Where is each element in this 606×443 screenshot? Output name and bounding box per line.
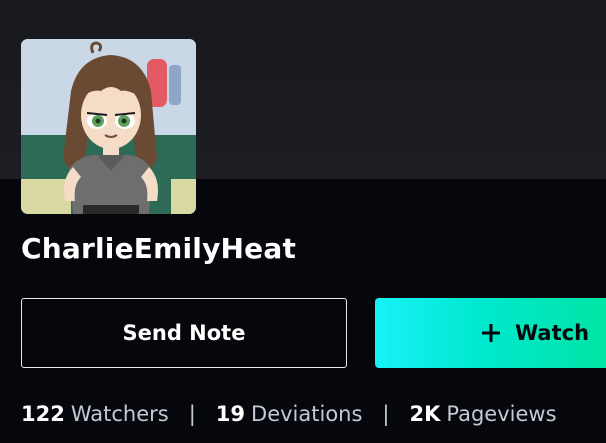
watchers-label[interactable]: Watchers [71, 402, 169, 426]
avatar-image [21, 39, 196, 214]
send-note-button[interactable]: Send Note [21, 298, 347, 368]
plus-icon [482, 324, 500, 342]
profile-page: CharlieEmilyHeat Send Note Watch 122 Wat… [0, 0, 606, 443]
stats-separator: | [382, 402, 390, 426]
send-note-label: Send Note [122, 321, 246, 345]
watchers-count: 122 [21, 402, 65, 426]
deviations-count: 19 [215, 402, 246, 426]
watch-button[interactable]: Watch [375, 298, 606, 368]
avatar[interactable] [21, 39, 196, 214]
profile-stats: 122 Watchers | 19 Deviations | 2K Pagevi… [21, 398, 557, 430]
watch-label: Watch [515, 321, 590, 345]
stats-separator: | [188, 402, 196, 426]
deviations-label[interactable]: Deviations [251, 402, 362, 426]
pageviews-count: 2K [409, 402, 441, 426]
username: CharlieEmilyHeat [21, 232, 297, 265]
pageviews-label: Pageviews [446, 402, 557, 426]
